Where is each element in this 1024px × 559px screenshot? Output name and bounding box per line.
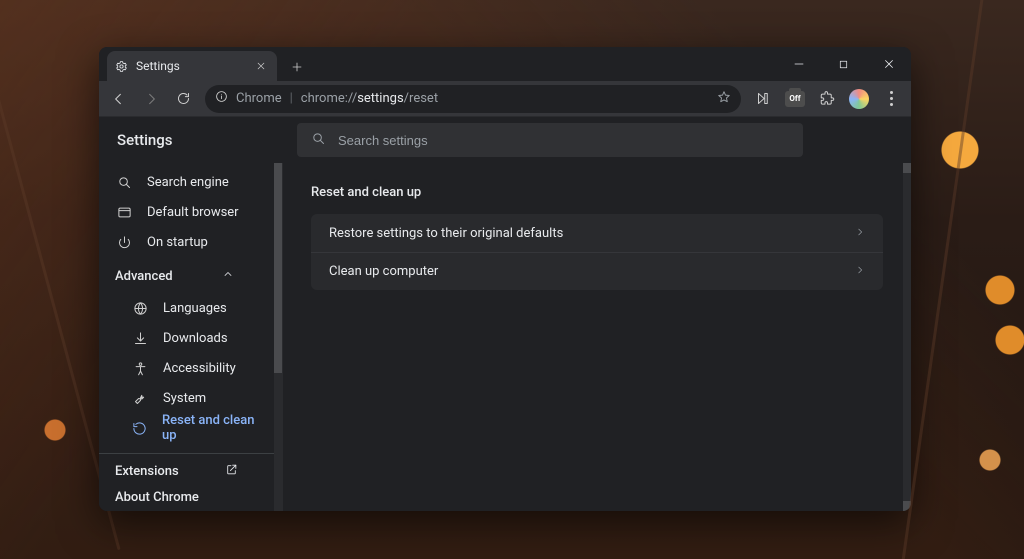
restore-icon xyxy=(131,421,148,436)
main-scrollbar-arrow-top[interactable] xyxy=(903,163,911,173)
browser-tab[interactable]: Settings xyxy=(107,51,277,81)
sidebar-item-default-browser[interactable]: Default browser xyxy=(99,197,282,227)
sidebar-item-reset[interactable]: Reset and clean up xyxy=(115,413,282,443)
chevron-up-icon xyxy=(222,268,234,284)
tab-close-icon[interactable] xyxy=(253,58,269,74)
section-title: Reset and clean up xyxy=(311,185,883,200)
settings-search[interactable] xyxy=(297,123,803,157)
window-close-button[interactable] xyxy=(866,47,911,81)
profile-avatar[interactable] xyxy=(845,85,873,113)
row-restore-defaults[interactable]: Restore settings to their original defau… xyxy=(311,214,883,252)
nav-forward-button[interactable] xyxy=(137,85,165,113)
window-minimize-button[interactable] xyxy=(776,47,821,81)
address-separator: | xyxy=(290,91,293,106)
sidebar-item-label: Accessibility xyxy=(163,361,236,376)
sidebar-item-on-startup[interactable]: On startup xyxy=(99,227,282,257)
reset-section: Reset and clean up Restore settings to t… xyxy=(283,163,911,312)
address-scheme-label: Chrome xyxy=(236,91,282,106)
title-bar: Settings xyxy=(99,47,911,81)
sidebar-item-label: Search engine xyxy=(147,175,229,190)
window-maximize-button[interactable] xyxy=(821,47,866,81)
external-link-icon xyxy=(225,463,238,480)
sidebar-item-downloads[interactable]: Downloads xyxy=(115,323,282,353)
nav-back-button[interactable] xyxy=(105,85,133,113)
sidebar-item-search-engine[interactable]: Search engine xyxy=(99,167,282,197)
window-controls xyxy=(776,47,911,81)
globe-icon xyxy=(131,301,149,316)
address-bar[interactable]: Chrome | chrome://settings/reset xyxy=(205,85,741,113)
chevron-right-icon xyxy=(855,226,865,241)
sidebar-item-label: Languages xyxy=(163,301,227,316)
sidebar-item-label: System xyxy=(163,391,206,406)
nav-reload-button[interactable] xyxy=(169,85,197,113)
sidebar-item-label: Downloads xyxy=(163,331,228,346)
site-info-icon[interactable] xyxy=(215,90,228,107)
main-scrollbar-arrow-bottom[interactable] xyxy=(903,501,911,511)
row-label: Clean up computer xyxy=(329,264,438,279)
row-label: Restore settings to their original defau… xyxy=(329,226,563,241)
page-body: Search engine Default browser On startup… xyxy=(99,163,911,511)
accessibility-icon xyxy=(131,361,149,376)
download-icon xyxy=(131,331,149,346)
sidebar-item-system[interactable]: System xyxy=(115,383,282,413)
browser-window: Settings Chrome | chrome://settings/rese… xyxy=(99,47,911,511)
sidebar-item-label: About Chrome xyxy=(115,490,199,505)
wrench-icon xyxy=(131,391,149,406)
extensions-puzzle-icon[interactable] xyxy=(813,85,841,113)
sidebar-item-about[interactable]: About Chrome xyxy=(99,485,282,511)
extension-badge-icon[interactable]: Off xyxy=(781,85,809,113)
browser-icon xyxy=(115,205,133,220)
bookmark-star-icon[interactable] xyxy=(717,90,731,108)
page-title: Settings xyxy=(117,131,173,149)
sidebar-advanced-toggle[interactable]: Advanced xyxy=(99,263,282,289)
sidebar-item-label: Default browser xyxy=(147,205,239,220)
sidebar-advanced-label: Advanced xyxy=(115,269,173,284)
power-icon xyxy=(115,235,133,250)
sidebar-item-languages[interactable]: Languages xyxy=(115,293,282,323)
search-icon xyxy=(115,175,133,190)
settings-search-input[interactable] xyxy=(338,133,789,148)
sidebar-scrollbar-thumb[interactable] xyxy=(274,163,282,373)
new-tab-button[interactable] xyxy=(283,53,311,81)
extension-icon[interactable] xyxy=(749,85,777,113)
sidebar-item-label: Extensions xyxy=(115,464,179,479)
chevron-right-icon xyxy=(855,264,865,279)
sidebar-item-accessibility[interactable]: Accessibility xyxy=(115,353,282,383)
search-icon xyxy=(311,131,326,150)
sidebar-item-label: Reset and clean up xyxy=(162,413,266,443)
sidebar-item-extensions[interactable]: Extensions xyxy=(99,458,282,484)
address-url: chrome://settings/reset xyxy=(301,91,438,106)
row-clean-up[interactable]: Clean up computer xyxy=(311,252,883,290)
sidebar-divider xyxy=(99,453,282,454)
sidebar-item-label: On startup xyxy=(147,235,208,250)
settings-main: Reset and clean up Restore settings to t… xyxy=(283,163,911,511)
page-header: Settings xyxy=(99,117,911,163)
settings-page: Settings Search engine Default browser xyxy=(99,117,911,511)
tab-title: Settings xyxy=(136,59,180,73)
browser-toolbar: Chrome | chrome://settings/reset Off xyxy=(99,81,911,117)
settings-sidebar: Search engine Default browser On startup… xyxy=(99,163,283,511)
reset-card: Restore settings to their original defau… xyxy=(311,214,883,290)
browser-menu-button[interactable] xyxy=(877,85,905,113)
gear-icon xyxy=(115,60,128,73)
main-scrollbar[interactable] xyxy=(903,163,911,511)
